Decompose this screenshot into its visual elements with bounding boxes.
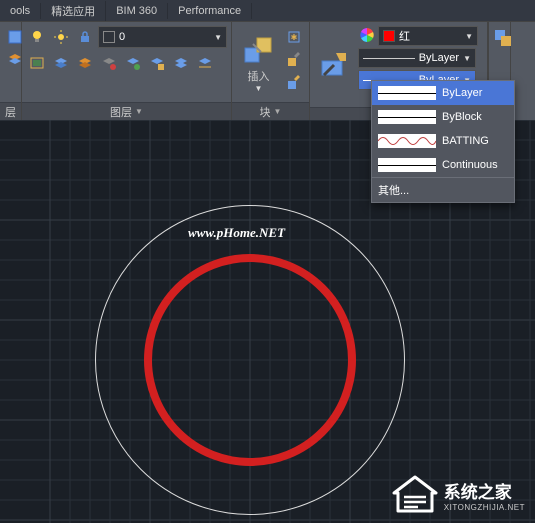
circle-inner[interactable] — [144, 254, 356, 466]
lineweight-dropdown[interactable]: ByLayer ▼ — [358, 48, 476, 68]
chevron-down-icon: ▼ — [255, 84, 263, 93]
layer-btn-3-icon[interactable] — [74, 52, 96, 74]
option-label: BATTING — [442, 135, 489, 147]
layer-btn-2-icon[interactable] — [50, 52, 72, 74]
layer-btn-5-icon[interactable] — [122, 52, 144, 74]
watermark-phome: www.pHome.NET — [188, 225, 285, 241]
layer-btn-1-icon[interactable] — [26, 52, 48, 74]
insert-button[interactable]: 插入 ▼ — [236, 26, 281, 98]
sun-icon[interactable] — [50, 26, 72, 48]
lock-icon[interactable] — [74, 26, 96, 48]
block-attr-icon[interactable] — [283, 72, 305, 94]
linetype-option-continuous[interactable]: Continuous — [372, 153, 514, 177]
color-wheel-icon[interactable] — [358, 26, 376, 44]
option-label: Continuous — [442, 159, 498, 171]
chevron-down-icon: ▼ — [465, 32, 473, 41]
layer-color-swatch — [103, 31, 115, 43]
panel-title-small: 层 — [0, 102, 21, 120]
option-label: ByBlock — [442, 111, 482, 123]
layer-dropdown[interactable]: 0 ▼ — [98, 26, 227, 48]
watermark-cn: 系统之家 — [444, 478, 525, 503]
linetype-option-other[interactable]: 其他... — [372, 177, 514, 202]
chevron-down-icon: ▼ — [135, 107, 143, 116]
chevron-down-icon: ▼ — [214, 33, 222, 42]
group-icon[interactable] — [493, 26, 513, 50]
layer-btn-8-icon[interactable] — [194, 52, 216, 74]
lineweight-label: ByLayer — [419, 52, 459, 64]
layer-value: 0 — [119, 31, 125, 43]
tab-featured-apps[interactable]: 精选应用 — [41, 1, 106, 21]
color-swatch — [383, 30, 395, 42]
line-sample — [363, 58, 415, 59]
block-edit-icon[interactable] — [283, 49, 305, 71]
block-create-icon[interactable]: ✱ — [283, 26, 305, 48]
linetype-option-byblock[interactable]: ByBlock — [372, 105, 514, 129]
color-label: 红 — [399, 28, 410, 44]
chevron-down-icon: ▼ — [274, 107, 282, 116]
tab-tools[interactable]: ools — [0, 3, 41, 19]
watermark-en: XITONGZHIJIA.NET — [444, 503, 525, 512]
tab-bim360[interactable]: BIM 360 — [106, 3, 168, 19]
insert-label: 插入 — [248, 68, 270, 84]
ribbon: 层 0 ▼ — [0, 22, 535, 120]
bulb-icon[interactable] — [26, 26, 48, 48]
panel-title-layer: 图层▼ — [22, 102, 231, 120]
linetype-option-batting[interactable]: BATTING — [372, 129, 514, 153]
tab-bar: ools 精选应用 BIM 360 Performance — [0, 0, 535, 22]
svg-text:✱: ✱ — [291, 33, 298, 42]
layer-btn-4-icon[interactable] — [98, 52, 120, 74]
panel-title-block: 块▼ — [232, 102, 309, 120]
tab-performance[interactable]: Performance — [168, 3, 252, 19]
watermark-xtzj: 系统之家 XITONGZHIJIA.NET — [392, 475, 525, 515]
linetype-dropdown-list: ByLayer ByBlock BATTING Continuous 其他... — [371, 80, 515, 203]
color-dropdown[interactable]: 红 ▼ — [378, 26, 478, 46]
match-properties-button[interactable] — [314, 26, 354, 103]
linetype-option-bylayer[interactable]: ByLayer — [372, 81, 514, 105]
layer-btn-6-icon[interactable] — [146, 52, 168, 74]
layer-btn-7-icon[interactable] — [170, 52, 192, 74]
house-icon — [392, 475, 438, 515]
option-label: ByLayer — [442, 87, 482, 99]
chevron-down-icon: ▼ — [463, 54, 471, 63]
